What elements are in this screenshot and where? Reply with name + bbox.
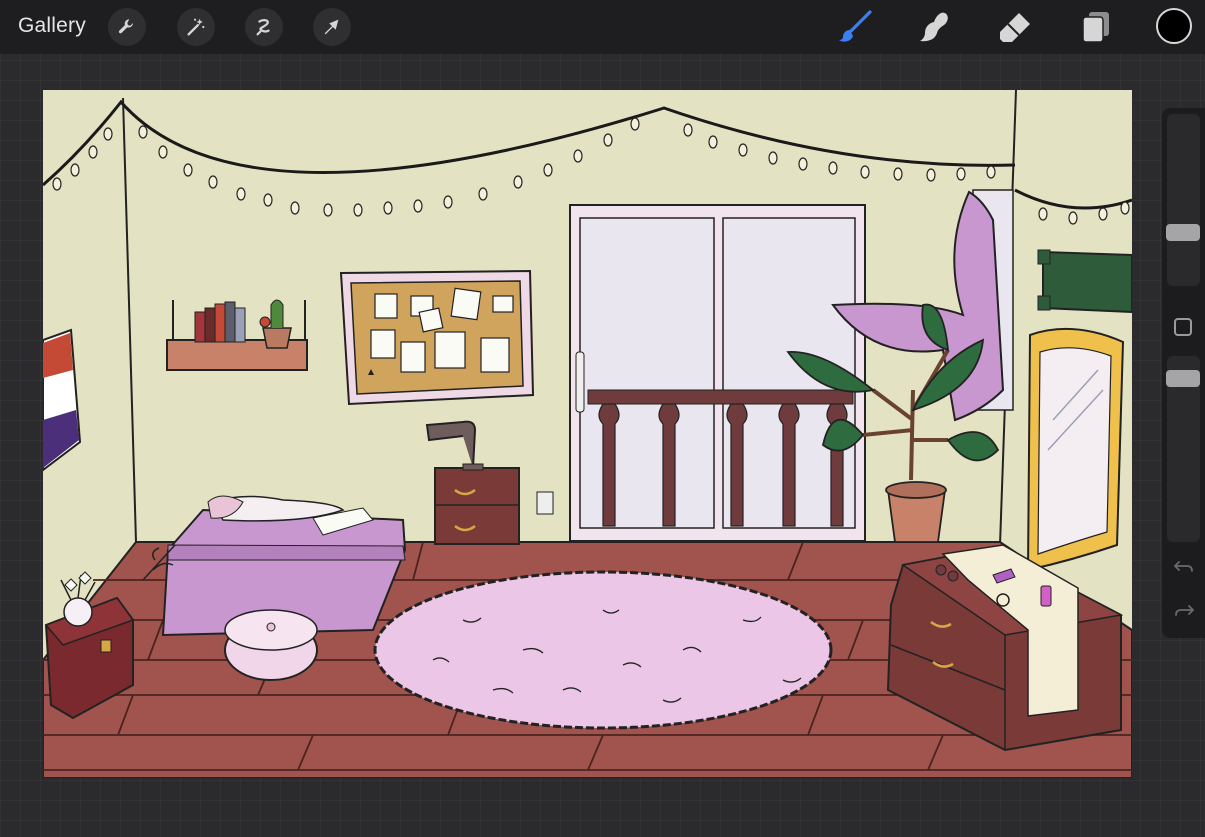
brush-icon	[839, 10, 872, 42]
color-picker-button[interactable]	[1156, 8, 1192, 44]
transform-icon	[324, 19, 339, 35]
transform-button[interactable]	[313, 8, 351, 46]
opacity-slider[interactable]	[1166, 356, 1200, 542]
top-toolbar: Gallery	[0, 0, 1205, 54]
brush-sidebar	[1162, 108, 1205, 638]
brush-tool-button[interactable]	[836, 8, 874, 46]
smudge-icon	[920, 12, 948, 42]
artwork-illustration	[43, 90, 1132, 778]
gallery-button[interactable]: Gallery	[18, 14, 86, 38]
redo-icon[interactable]	[1173, 602, 1195, 620]
smudge-tool-button[interactable]	[916, 8, 954, 46]
selection-icon	[256, 19, 270, 36]
brush-size-thumb[interactable]	[1166, 224, 1200, 241]
magic-wand-icon	[187, 18, 205, 36]
drawing-canvas[interactable]	[43, 90, 1132, 778]
adjustments-button[interactable]	[177, 8, 215, 46]
layers-icon	[1082, 12, 1109, 43]
actions-button[interactable]	[108, 8, 146, 46]
brush-size-slider[interactable]	[1166, 114, 1200, 286]
eyedropper-modify-button[interactable]	[1174, 318, 1192, 336]
eraser-icon	[1000, 13, 1030, 42]
eraser-tool-button[interactable]	[996, 8, 1034, 46]
undo-icon[interactable]	[1173, 558, 1195, 576]
selection-button[interactable]	[245, 8, 283, 46]
wrench-icon	[118, 19, 134, 34]
layers-button[interactable]	[1077, 8, 1115, 46]
opacity-thumb[interactable]	[1166, 370, 1200, 387]
